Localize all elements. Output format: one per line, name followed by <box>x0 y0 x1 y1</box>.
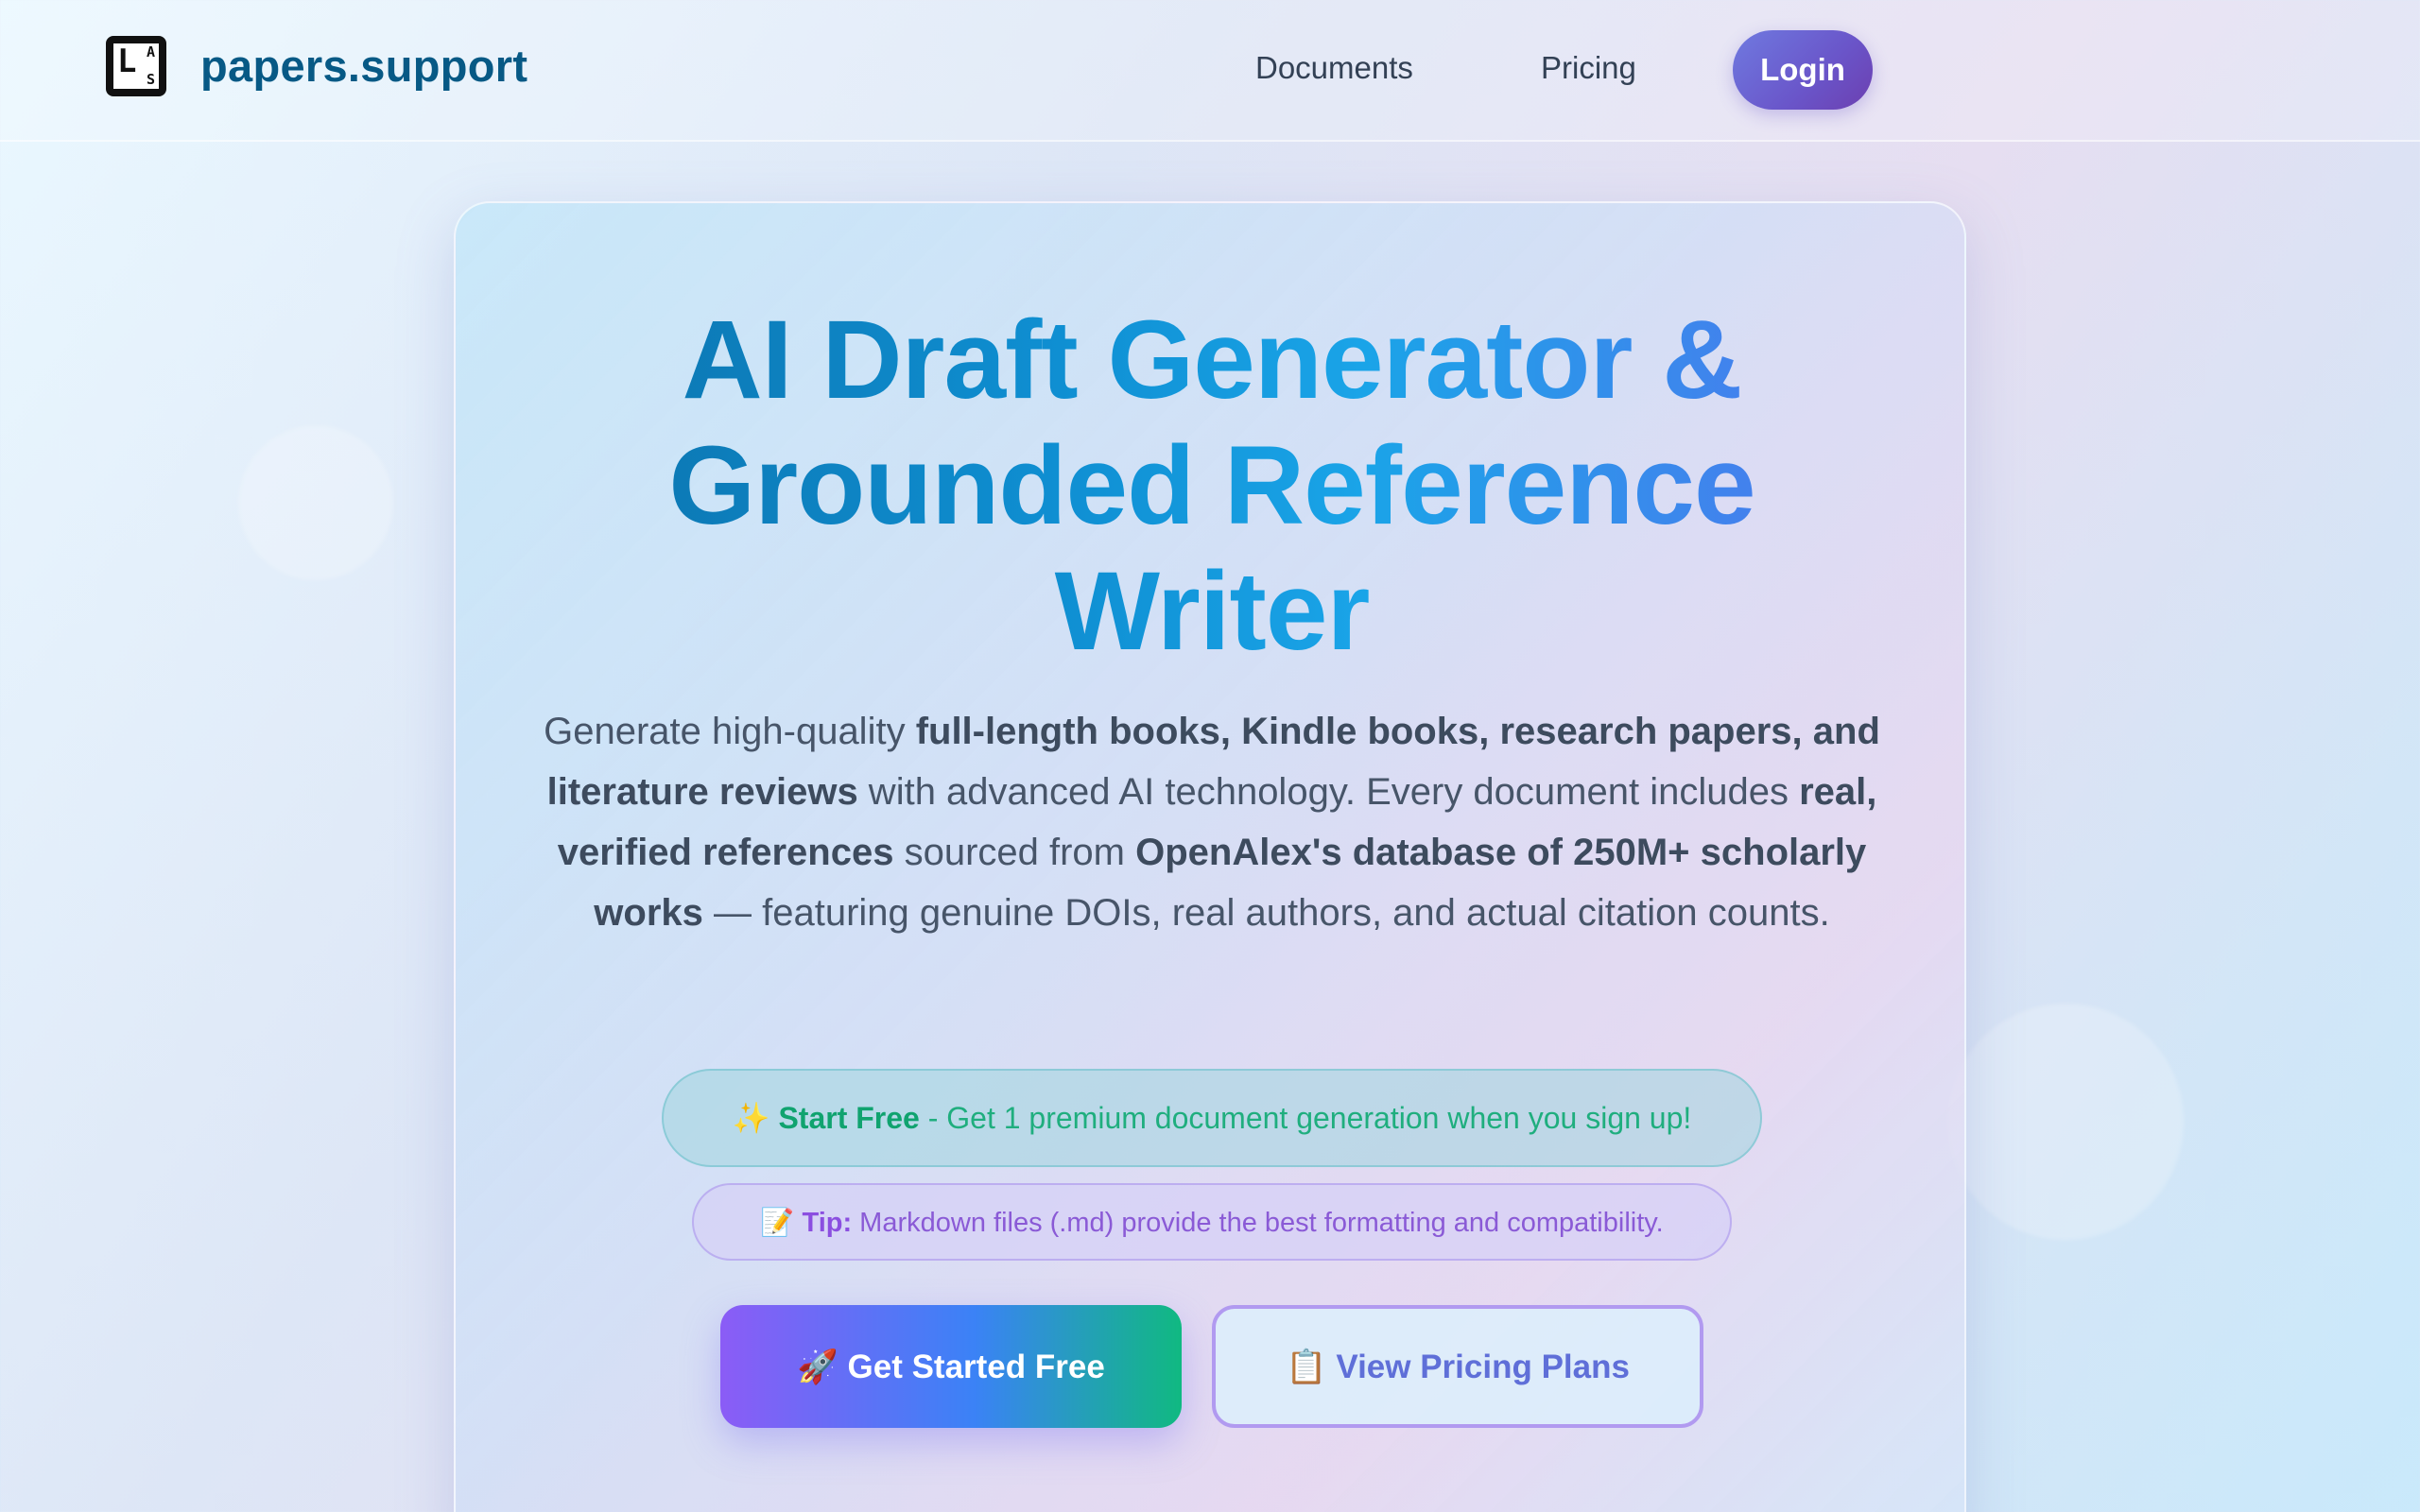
get-started-button[interactable]: 🚀 Get Started Free <box>720 1305 1182 1428</box>
logo-icon[interactable]: L A S <box>106 36 166 96</box>
view-pricing-label: View Pricing Plans <box>1336 1348 1630 1385</box>
hero-description: Generate high-quality full-length books,… <box>544 711 1880 934</box>
tip-text: Markdown files (.md) provide the best fo… <box>852 1208 1664 1238</box>
tip-banner: 📝 Tip: Markdown files (.md) provide the … <box>692 1183 1732 1261</box>
get-started-label: Get Started Free <box>847 1348 1105 1385</box>
nav-pricing-link[interactable]: Pricing <box>1541 45 1636 91</box>
tip-label: Tip: <box>802 1208 853 1238</box>
brand-link[interactable]: papers.support <box>200 36 527 96</box>
start-free-label: Start Free <box>778 1101 920 1135</box>
nav-documents-link[interactable]: Documents <box>1255 45 1413 91</box>
start-free-text: - Get 1 premium document generation when… <box>919 1101 1692 1135</box>
decorative-orb <box>1947 1004 2184 1240</box>
decorative-orb <box>238 425 393 580</box>
memo-icon: 📝 <box>760 1206 795 1238</box>
sparkles-icon: ✨ <box>732 1100 770 1136</box>
rocket-icon: 🚀 <box>797 1348 838 1386</box>
clipboard-icon: 📋 <box>1286 1348 1327 1386</box>
view-pricing-button[interactable]: 📋 View Pricing Plans <box>1212 1305 1703 1428</box>
page-title: AI Draft Generator & Grounded Reference … <box>456 298 1968 675</box>
hero-card: AI Draft Generator & Grounded Reference … <box>454 201 1966 1512</box>
start-free-banner: ✨ Start Free - Get 1 premium document ge… <box>662 1069 1762 1167</box>
login-button[interactable]: Login <box>1733 30 1873 110</box>
site-header: L A S papers.support Documents Pricing L… <box>0 0 2420 142</box>
